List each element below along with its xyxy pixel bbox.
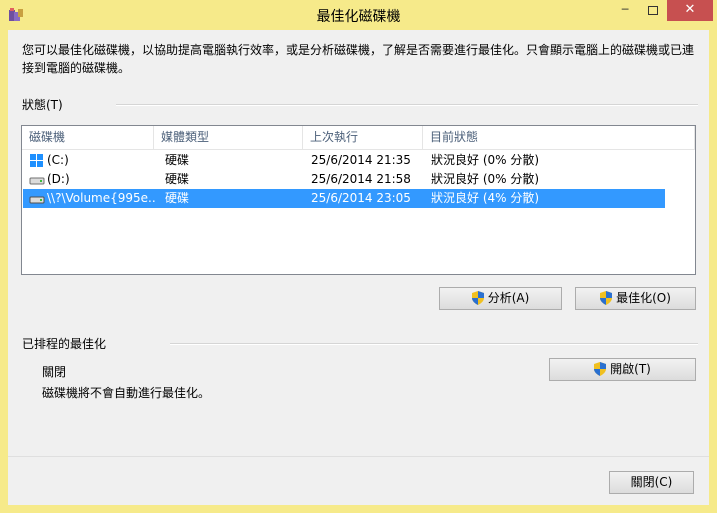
- description-text: 您可以最佳化磁碟機，以協助提高電腦執行效率，或是分析磁碟機，了解是否需要進行最佳…: [22, 43, 695, 75]
- drive-list[interactable]: 磁碟機 媒體類型 上次執行 目前狀態 (C:) 硬碟 25/6/2014 21:…: [21, 125, 696, 275]
- column-header-current-status[interactable]: 目前狀態: [423, 126, 695, 149]
- title-bar[interactable]: 最佳化磁碟機 ─ ✕: [0, 0, 717, 30]
- optimize-button[interactable]: 最佳化(O): [575, 287, 696, 310]
- drive-row-selected[interactable]: \\?\Volume{995e... 硬碟 25/6/2014 23:05 狀況…: [23, 189, 665, 208]
- status-group-label: 狀態(T): [22, 98, 63, 112]
- uac-shield-icon: [594, 362, 607, 376]
- drive-status: 狀況良好 (4% 分散): [431, 191, 540, 205]
- maximize-icon: [648, 6, 658, 15]
- schedule-detail: 磁碟機將不會自動進行最佳化。: [42, 386, 211, 400]
- uac-shield-icon: [600, 291, 613, 305]
- schedule-group-label: 已排程的最佳化: [22, 337, 107, 351]
- minimize-button[interactable]: ─: [612, 0, 638, 21]
- column-header-drive[interactable]: 磁碟機: [22, 126, 154, 149]
- optimize-drives-window: 最佳化磁碟機 ─ ✕ 您可以最佳化磁碟機，以協助提高電腦執行效率，或是分析磁碟機…: [0, 0, 717, 513]
- maximize-button[interactable]: [640, 0, 666, 21]
- drive-name: (C:): [47, 153, 69, 167]
- analyze-button-label: 分析(A): [487, 291, 530, 305]
- drive-media-type: 硬碟: [165, 191, 190, 205]
- drive-row[interactable]: (C:) 硬碟 25/6/2014 21:35 狀況良好 (0% 分散): [23, 151, 665, 170]
- uac-shield-icon: [471, 291, 484, 305]
- turn-on-button-label: 開啟(T): [610, 362, 651, 376]
- schedule-group-divider: [170, 343, 698, 345]
- drive-last-run: 25/6/2014 21:58: [311, 172, 411, 186]
- drive-last-run: 25/6/2014 23:05: [311, 191, 411, 205]
- drive-name: \\?\Volume{995e...: [47, 191, 155, 205]
- windows-drive-icon: [30, 154, 43, 167]
- analyze-button[interactable]: 分析(A): [439, 287, 562, 310]
- drive-status: 狀況良好 (0% 分散): [431, 153, 540, 167]
- optimize-button-label: 最佳化(O): [616, 291, 671, 305]
- drive-media-type: 硬碟: [165, 153, 190, 167]
- turn-on-button[interactable]: 開啟(T): [549, 358, 696, 381]
- hard-drive-icon: [29, 196, 45, 204]
- status-group-divider: [116, 104, 698, 106]
- close-window-button[interactable]: ✕: [667, 0, 713, 21]
- footer-divider: [8, 456, 709, 457]
- drive-list-header: 磁碟機 媒體類型 上次執行 目前狀態: [22, 126, 695, 150]
- hard-drive-icon: [29, 177, 45, 185]
- close-button[interactable]: 關閉(C): [609, 471, 694, 494]
- column-header-media-type[interactable]: 媒體類型: [154, 126, 303, 149]
- close-icon: ✕: [684, 2, 696, 17]
- drive-media-type: 硬碟: [165, 172, 190, 186]
- window-title: 最佳化磁碟機: [316, 9, 401, 25]
- drive-status: 狀況良好 (0% 分散): [431, 172, 540, 186]
- drive-name: (D:): [47, 172, 70, 186]
- minimize-icon: ─: [621, 3, 629, 16]
- drive-row[interactable]: (D:) 硬碟 25/6/2014 21:58 狀況良好 (0% 分散): [23, 170, 665, 189]
- dialog-body: 您可以最佳化磁碟機，以協助提高電腦執行效率，或是分析磁碟機，了解是否需要進行最佳…: [8, 30, 709, 505]
- drive-last-run: 25/6/2014 21:35: [311, 153, 411, 167]
- schedule-state: 關閉: [42, 365, 67, 379]
- column-header-last-run[interactable]: 上次執行: [303, 126, 423, 149]
